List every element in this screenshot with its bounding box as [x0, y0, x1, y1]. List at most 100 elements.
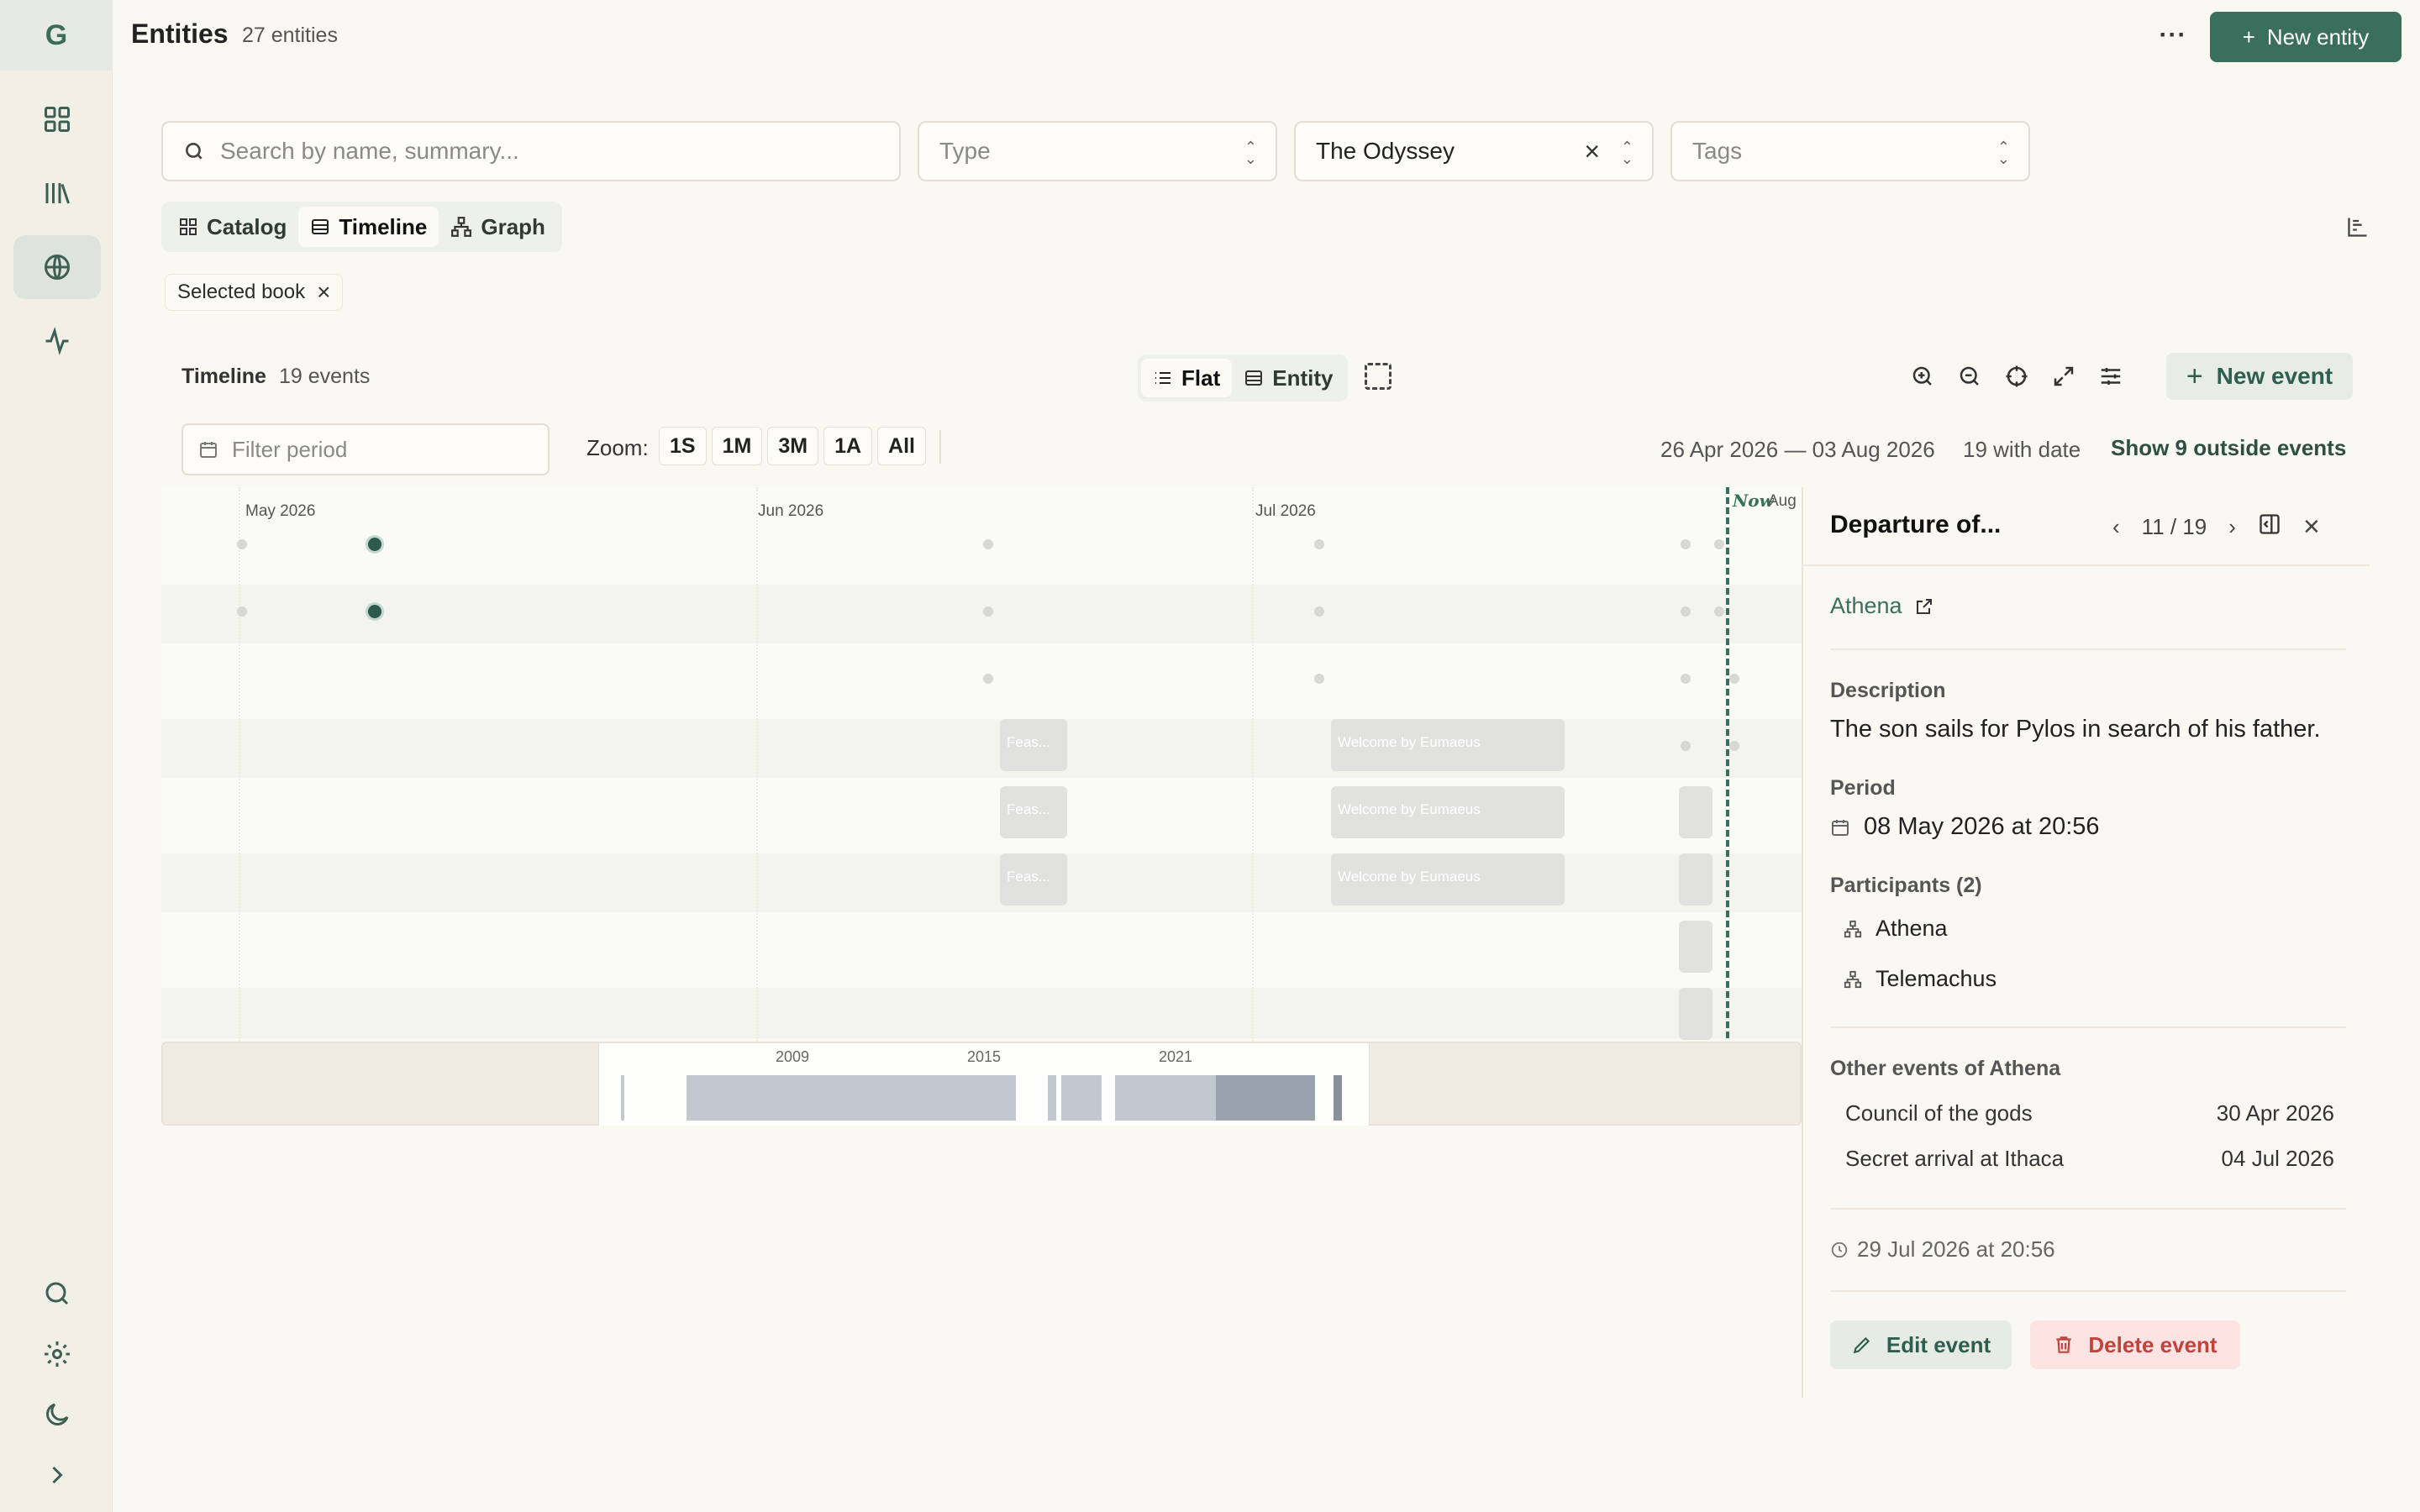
- event-dot[interactable]: [1729, 674, 1739, 684]
- entity-name: Athena: [1830, 593, 1902, 618]
- timeline-minimap[interactable]: 2009 2015 2021: [161, 1042, 1802, 1126]
- timeline-row: [161, 487, 1802, 585]
- selection-tool-icon[interactable]: [1365, 363, 1392, 390]
- more-options-button[interactable]: ···: [2149, 15, 2196, 55]
- timeline-row: [161, 988, 1802, 1038]
- show-outside-events-link[interactable]: Show 9 outside events: [2111, 435, 2346, 461]
- event-dot-selected[interactable]: [368, 605, 381, 618]
- other-event-item[interactable]: Council of the gods 30 Apr 2026: [1845, 1100, 2334, 1126]
- description-label: Description: [1830, 679, 1946, 702]
- fullscreen-icon[interactable]: [2049, 361, 2079, 391]
- event-dot[interactable]: [1314, 674, 1324, 684]
- event-entity-link[interactable]: Athena: [1830, 593, 1934, 619]
- event-bar[interactable]: [1679, 921, 1712, 973]
- globe-icon[interactable]: [13, 235, 101, 299]
- event-dot[interactable]: [1681, 539, 1691, 549]
- zoom-label: Zoom:: [587, 435, 649, 460]
- event-dot[interactable]: [1681, 606, 1691, 617]
- event-dot-selected[interactable]: [368, 538, 381, 551]
- event-dot[interactable]: [983, 606, 993, 617]
- event-dot[interactable]: [983, 539, 993, 549]
- event-bar[interactable]: Welcome by Eumaeus: [1331, 719, 1565, 771]
- crosshair-icon[interactable]: [2002, 361, 2032, 391]
- event-position: 11 / 19: [2141, 514, 2207, 539]
- event-bar[interactable]: Feas...: [1000, 719, 1067, 771]
- other-event-item[interactable]: Secret arrival at Ithaca 04 Jul 2026: [1845, 1146, 2334, 1172]
- tab-timeline[interactable]: Timeline: [298, 207, 439, 247]
- event-dot[interactable]: [1729, 741, 1739, 751]
- chevron-right-icon[interactable]: ›: [2228, 514, 2236, 540]
- event-dot[interactable]: [983, 674, 993, 684]
- event-bar[interactable]: [1679, 988, 1712, 1040]
- selected-book-chip: Selected book ×: [165, 274, 344, 311]
- new-entity-label: New entity: [2266, 24, 2370, 50]
- event-bar[interactable]: [1679, 786, 1712, 838]
- zoom-1a-button[interactable]: 1A: [823, 427, 873, 465]
- close-icon[interactable]: ×: [317, 279, 330, 306]
- event-detail-panel: Departure of... ‹ 11 / 19 › × Athena Des…: [1802, 487, 2370, 1398]
- zoom-out-icon[interactable]: [1954, 361, 1985, 391]
- type-select[interactable]: Type ⌃ ⌄: [918, 121, 1277, 181]
- timestamp-text: 29 Jul 2026 at 20:56: [1857, 1236, 2055, 1262]
- chevron-updown-icon: ⌃ ⌄: [1244, 139, 1257, 167]
- delete-event-button[interactable]: Delete event: [2030, 1320, 2240, 1369]
- edit-event-button[interactable]: Edit event: [1830, 1320, 2012, 1369]
- timeline-title: Timeline: [182, 365, 266, 388]
- participant-item[interactable]: Athena: [1844, 916, 1948, 942]
- tab-flat-label: Flat: [1181, 365, 1221, 391]
- event-bar[interactable]: Feas...: [1000, 853, 1067, 906]
- new-event-button[interactable]: + New event: [2166, 353, 2353, 400]
- zoom-1m-button[interactable]: 1M: [711, 427, 763, 465]
- event-dot[interactable]: [237, 606, 247, 617]
- minimap-block: [621, 1075, 624, 1121]
- event-dot[interactable]: [1314, 539, 1324, 549]
- sidebar-rail: G: [0, 0, 113, 1512]
- settings-sliders-icon[interactable]: [2096, 361, 2126, 391]
- event-bar[interactable]: [1679, 853, 1712, 906]
- tags-select[interactable]: Tags ⌃ ⌄: [1670, 121, 2030, 181]
- event-bar[interactable]: Feas...: [1000, 786, 1067, 838]
- minimap-block: [687, 1075, 1016, 1121]
- zoom-in-icon[interactable]: [1907, 361, 1938, 391]
- tab-catalog[interactable]: Catalog: [166, 207, 298, 247]
- event-dot[interactable]: [1314, 606, 1324, 617]
- settings-icon[interactable]: [13, 1322, 101, 1386]
- search-input[interactable]: Search by name, summary...: [161, 121, 901, 181]
- minimap-block: [1216, 1075, 1315, 1121]
- tab-graph[interactable]: Graph: [439, 207, 557, 247]
- tab-entity[interactable]: Entity: [1232, 359, 1344, 397]
- zoom-3m-button[interactable]: 3M: [767, 427, 819, 465]
- clear-icon[interactable]: ×: [1584, 136, 1600, 167]
- close-icon[interactable]: ×: [2303, 511, 2320, 543]
- expand-sidebar-icon[interactable]: [13, 1443, 101, 1507]
- event-dot[interactable]: [1681, 741, 1691, 751]
- chart-icon[interactable]: [2346, 215, 2370, 243]
- trash-icon: [2056, 1336, 2072, 1353]
- event-navigator: ‹ 11 / 19 › ×: [2112, 511, 2320, 543]
- moon-icon[interactable]: [13, 1383, 101, 1446]
- book-select[interactable]: The Odyssey × ⌃ ⌄: [1294, 121, 1654, 181]
- event-bar[interactable]: Welcome by Eumaeus: [1331, 853, 1565, 906]
- minimap-window[interactable]: 2009 2015 2021: [598, 1043, 1370, 1126]
- zoom-all-button[interactable]: All: [877, 427, 926, 465]
- edit-event-label: Edit event: [1886, 1331, 1991, 1357]
- tab-flat[interactable]: Flat: [1141, 359, 1233, 397]
- chevron-left-icon[interactable]: ‹: [2112, 514, 2120, 540]
- search-icon[interactable]: [13, 1262, 101, 1326]
- app-logo[interactable]: G: [0, 0, 113, 71]
- event-dot[interactable]: [1714, 539, 1724, 549]
- activity-icon[interactable]: [13, 309, 101, 373]
- new-entity-button[interactable]: + New entity: [2210, 12, 2402, 62]
- divider: [1830, 1208, 2346, 1210]
- date-range: 26 Apr 2026 — 03 Aug 2026: [1660, 437, 1935, 462]
- filter-period-input[interactable]: Filter period: [182, 423, 550, 475]
- zoom-1s-button[interactable]: 1S: [659, 427, 707, 465]
- panel-toggle-icon[interactable]: [2258, 512, 2281, 542]
- participant-item[interactable]: Telemachus: [1844, 966, 1996, 992]
- event-dot[interactable]: [237, 539, 247, 549]
- event-bar[interactable]: Welcome by Eumaeus: [1331, 786, 1565, 838]
- library-icon[interactable]: [13, 161, 101, 225]
- event-dot[interactable]: [1714, 606, 1724, 617]
- dashboard-icon[interactable]: [13, 87, 101, 151]
- event-dot[interactable]: [1681, 674, 1691, 684]
